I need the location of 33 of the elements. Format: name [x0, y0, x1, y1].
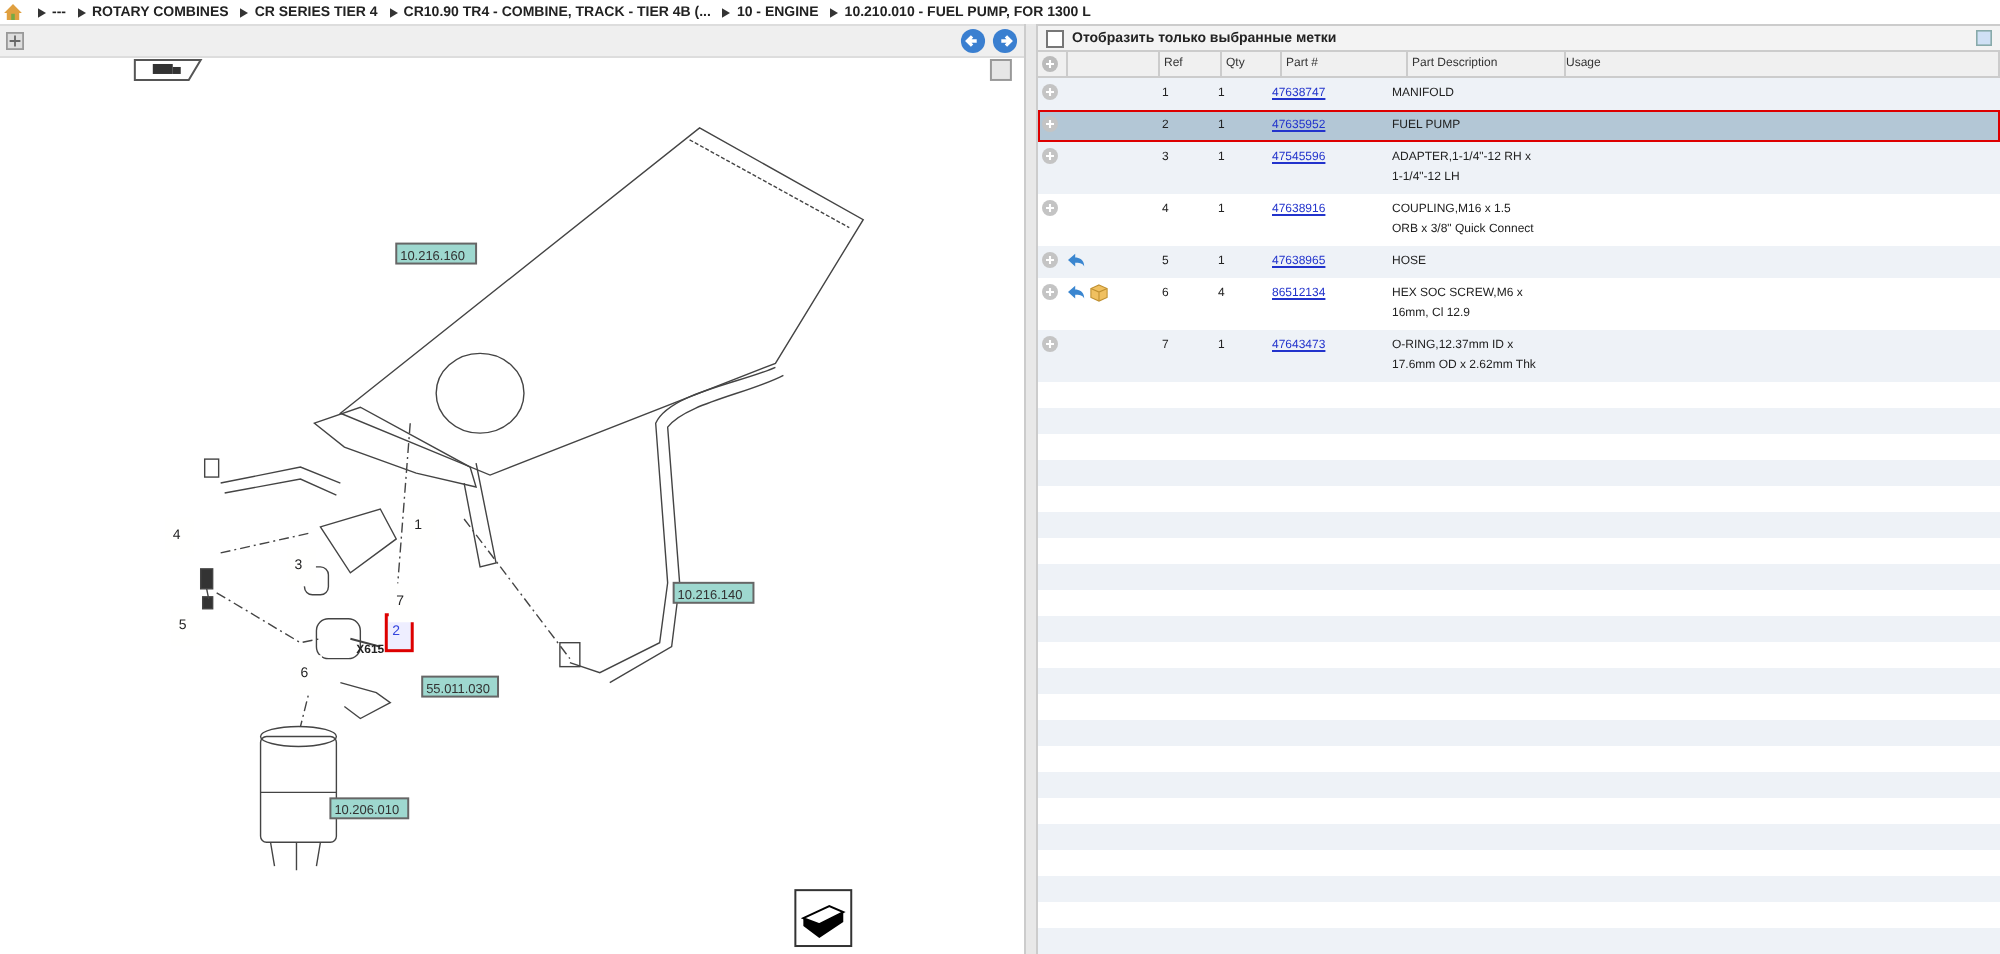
add-icon[interactable] [1042, 116, 1058, 132]
add-icon[interactable] [1042, 336, 1058, 352]
fitting-drawing [559, 642, 581, 668]
separator-icon [240, 7, 249, 17]
columns-icon[interactable] [1976, 30, 1992, 46]
tube-drawing [339, 681, 392, 720]
add-icon[interactable] [1042, 84, 1058, 100]
add-icon[interactable] [1042, 284, 1058, 300]
separator-icon [78, 7, 86, 17]
separator-icon [38, 7, 46, 17]
part-box-icon[interactable] [794, 889, 853, 947]
separator-icon [389, 7, 398, 17]
add-all-icon[interactable] [1042, 56, 1058, 72]
add-icon[interactable] [1042, 148, 1058, 164]
return-arrow-icon[interactable] [1068, 284, 1086, 302]
truck-tab-icon[interactable] [133, 59, 203, 81]
fuel-pump-drawing [315, 618, 382, 660]
separator-icon [722, 7, 731, 17]
home-icon[interactable] [4, 4, 22, 20]
coupling-drawing [200, 568, 214, 610]
package-icon[interactable] [1090, 284, 1108, 302]
expand-icon[interactable] [6, 32, 24, 50]
filter-checkbox[interactable] [1046, 29, 1064, 47]
hose-drawing [204, 458, 342, 496]
add-icon[interactable] [1042, 200, 1058, 216]
forward-icon[interactable] [992, 28, 1018, 54]
adapter-drawing [303, 566, 330, 596]
separator-icon [830, 7, 839, 17]
fullscreen-icon[interactable] [989, 59, 1012, 81]
return-arrow-icon[interactable] [1068, 252, 1086, 270]
manifold-outline [319, 508, 398, 574]
back-icon[interactable] [960, 28, 986, 54]
add-icon[interactable] [1042, 252, 1058, 268]
